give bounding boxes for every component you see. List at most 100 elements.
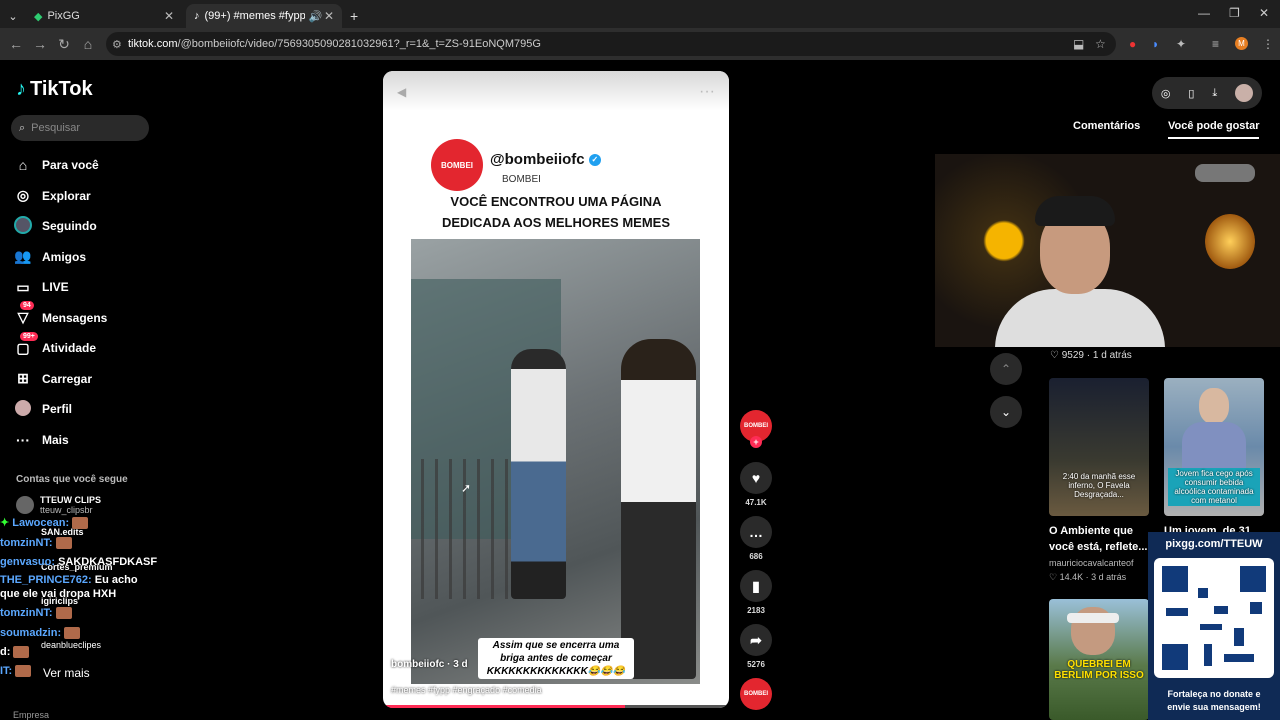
speaker-icon[interactable]: 🔊 (309, 10, 323, 23)
download-icon[interactable]: ⤓ (1212, 87, 1217, 100)
site-info-icon[interactable]: ⚙ (112, 38, 122, 51)
video-headline: VOCÊ ENCONTROU UMA PÁGINA DEDICADA AOS M… (442, 194, 670, 230)
top-utility-bar: ◎ ▯ ⤓ (1152, 77, 1262, 109)
video-progress-fill (383, 705, 626, 708)
extension-audio-icon[interactable]: ◗ (1152, 37, 1159, 51)
extensions-puzzle-icon[interactable]: ✦ (1176, 37, 1186, 51)
profile-avatar[interactable]: M (1235, 37, 1248, 50)
video-progress-bar[interactable] (383, 705, 729, 708)
bookmark-star-icon[interactable]: ☆ (1095, 37, 1106, 51)
tab-comentarios[interactable]: Comentários (1073, 120, 1140, 132)
messages-icon: ▽ 94 (14, 301, 34, 326)
home-icon[interactable]: ⌂ (76, 36, 100, 52)
tab-search-button[interactable]: ⌄ (4, 4, 22, 28)
emote-icon (55, 607, 72, 620)
pixgg-favicon-icon: ◆ (34, 10, 43, 23)
see-more-link[interactable]: Ver mais (43, 666, 90, 680)
media-control-icon[interactable]: ≡ (1212, 37, 1219, 51)
video-clip-frame (411, 239, 700, 684)
sidebar-item-mensagens[interactable]: ▽ 94 Mensagens (14, 301, 107, 334)
tab-voce-pode-gostar[interactable]: Você pode gostar (1168, 120, 1260, 139)
compass-icon[interactable]: ◎ (1161, 87, 1171, 100)
profile-icon (14, 399, 32, 419)
reload-icon[interactable]: ↻ (52, 36, 76, 53)
next-video-button[interactable]: ⌄ (990, 396, 1022, 428)
tab-tiktok[interactable]: ♪ (99+) #memes #fypp #engraç 🔊 ✕ (186, 4, 342, 28)
chat-message: ✦ Lawocean: (0, 516, 89, 530)
window-close-icon[interactable]: ✕ (1259, 6, 1269, 20)
video-top-bar (383, 71, 729, 111)
sidebar-item-explorar[interactable]: ◎ Explorar (14, 181, 107, 212)
browser-menu-icon[interactable]: ⋮ (1262, 37, 1274, 51)
close-tab-icon[interactable]: ✕ (164, 9, 174, 23)
like-button[interactable]: ♥ 47.1K (740, 462, 772, 507)
followed-account[interactable]: TTEUW CLIPS tteuw_clipsbr (16, 495, 101, 515)
chat-message: d: (0, 646, 30, 659)
suggested-video-thumbnail[interactable]: Jovem fica cego após consumir bebida alc… (1164, 378, 1264, 516)
new-tab-button[interactable]: + (344, 4, 364, 28)
extension-red-icon[interactable]: ● (1129, 37, 1136, 51)
emote-icon (55, 537, 72, 550)
comment-button[interactable]: … 686 (740, 516, 772, 561)
share-button[interactable]: ➦ 5276 (740, 624, 772, 669)
chat-message: tomzinNT: (0, 607, 72, 620)
sidebar-item-carregar[interactable]: ⊞ Carregar (14, 364, 107, 395)
video-more-icon[interactable]: ··· (699, 83, 715, 101)
heart-icon: ♥ (740, 462, 772, 494)
streamer-webcam (935, 154, 1280, 347)
search-icon: ⌕ (19, 121, 26, 134)
chevron-down-icon: ⌄ (1000, 405, 1012, 419)
search-input[interactable]: ⌕ Pesquisar (11, 115, 149, 141)
sidebar-item-amigos[interactable]: 👥 Amigos (14, 242, 107, 273)
sidebar-item-live[interactable]: ▭ LIVE (14, 272, 107, 303)
chat-badge-icon: ✦ (0, 517, 10, 529)
save-button[interactable]: ▮ 2183 (740, 570, 772, 615)
sidebar-item-perfil[interactable]: Perfil (14, 394, 107, 425)
creator-avatar-button[interactable]: BOMBEI + (740, 410, 772, 448)
phone-icon[interactable]: ▯ (1188, 87, 1194, 100)
video-author[interactable]: bombeiiofc · 3 d (391, 659, 468, 670)
previous-card-stats: ♡ 9529 · 1 d atrás (1050, 350, 1132, 361)
sound-avatar-button[interactable]: BOMBEI (740, 678, 772, 714)
avatar (16, 496, 34, 514)
compass-icon: ◎ (16, 187, 30, 204)
suggested-video-title[interactable]: O Ambiente que você está, reflete... (1049, 523, 1147, 555)
footer-company-link[interactable]: Empresa (13, 710, 49, 720)
emote-icon (64, 627, 81, 640)
suggested-video-thumbnail[interactable]: 2:40 da manhã esse inferno, O Favela Des… (1049, 378, 1149, 516)
activity-badge: 99+ (20, 331, 38, 341)
tiktok-logo[interactable]: ♪ TikTok (16, 78, 93, 101)
suggested-video-author[interactable]: mauriciocavalcanteof (1049, 558, 1134, 568)
mute-icon[interactable]: ◀ (397, 85, 406, 99)
live-icon: ▭ (16, 278, 30, 295)
url-field[interactable]: ⚙ tiktok.com/@bombeiiofc/video/756930509… (106, 32, 1116, 56)
install-app-icon[interactable]: ⬓ (1073, 37, 1084, 51)
minimize-icon[interactable]: — (1198, 6, 1210, 20)
video-hashtags[interactable]: #memes #fypp #engraçado #comedia (391, 685, 542, 695)
follow-plus-icon[interactable]: + (750, 436, 762, 448)
sidebar-item-mais[interactable]: ··· Mais (14, 425, 107, 456)
tiktok-note-icon: ♪ (16, 78, 26, 100)
sidebar-item-para-voce[interactable]: ⌂ Para você (14, 150, 107, 181)
chat-message: soumadzin: (0, 627, 81, 640)
suggested-video-thumbnail[interactable]: QUEBREI EM BERLIM POR ISSO (1049, 599, 1149, 720)
close-tab-icon[interactable]: ✕ (324, 9, 334, 23)
sidebar-item-seguindo[interactable]: Seguindo (14, 211, 107, 242)
pix-donation-widget: pixgg.com/TTEUW Fortaleça no donate e en… (1148, 532, 1280, 720)
forward-icon[interactable]: → (28, 36, 52, 52)
brand-name: BOMBEI (502, 174, 541, 185)
pix-url: pixgg.com/TTEUW (1165, 538, 1263, 550)
activity-icon: ▢ 99+ (14, 331, 38, 357)
back-icon[interactable]: ← (4, 36, 28, 52)
sidebar-item-atividade[interactable]: ▢ 99+ Atividade (14, 331, 107, 364)
user-avatar[interactable] (1235, 84, 1254, 102)
mouse-cursor-icon: ➚ (461, 481, 472, 495)
restore-icon[interactable]: ❐ (1229, 6, 1240, 20)
emote-icon (72, 517, 89, 530)
brand-handle: @bombeiiofc ✓ (490, 151, 601, 168)
sidebar-nav: ⌂ Para você ◎ Explorar Seguindo 👥 Amigos ▭ L… (14, 150, 107, 455)
tab-pixgg[interactable]: ◆ PixGG ✕ (26, 4, 182, 28)
followed-account[interactable]: deanblueclipes (41, 640, 101, 650)
video-player[interactable]: ◀ ··· BOMBEI @bombeiiofc ✓ BOMBEI VOCÊ E… (383, 71, 729, 708)
previous-video-button[interactable]: ⌃ (990, 353, 1022, 385)
